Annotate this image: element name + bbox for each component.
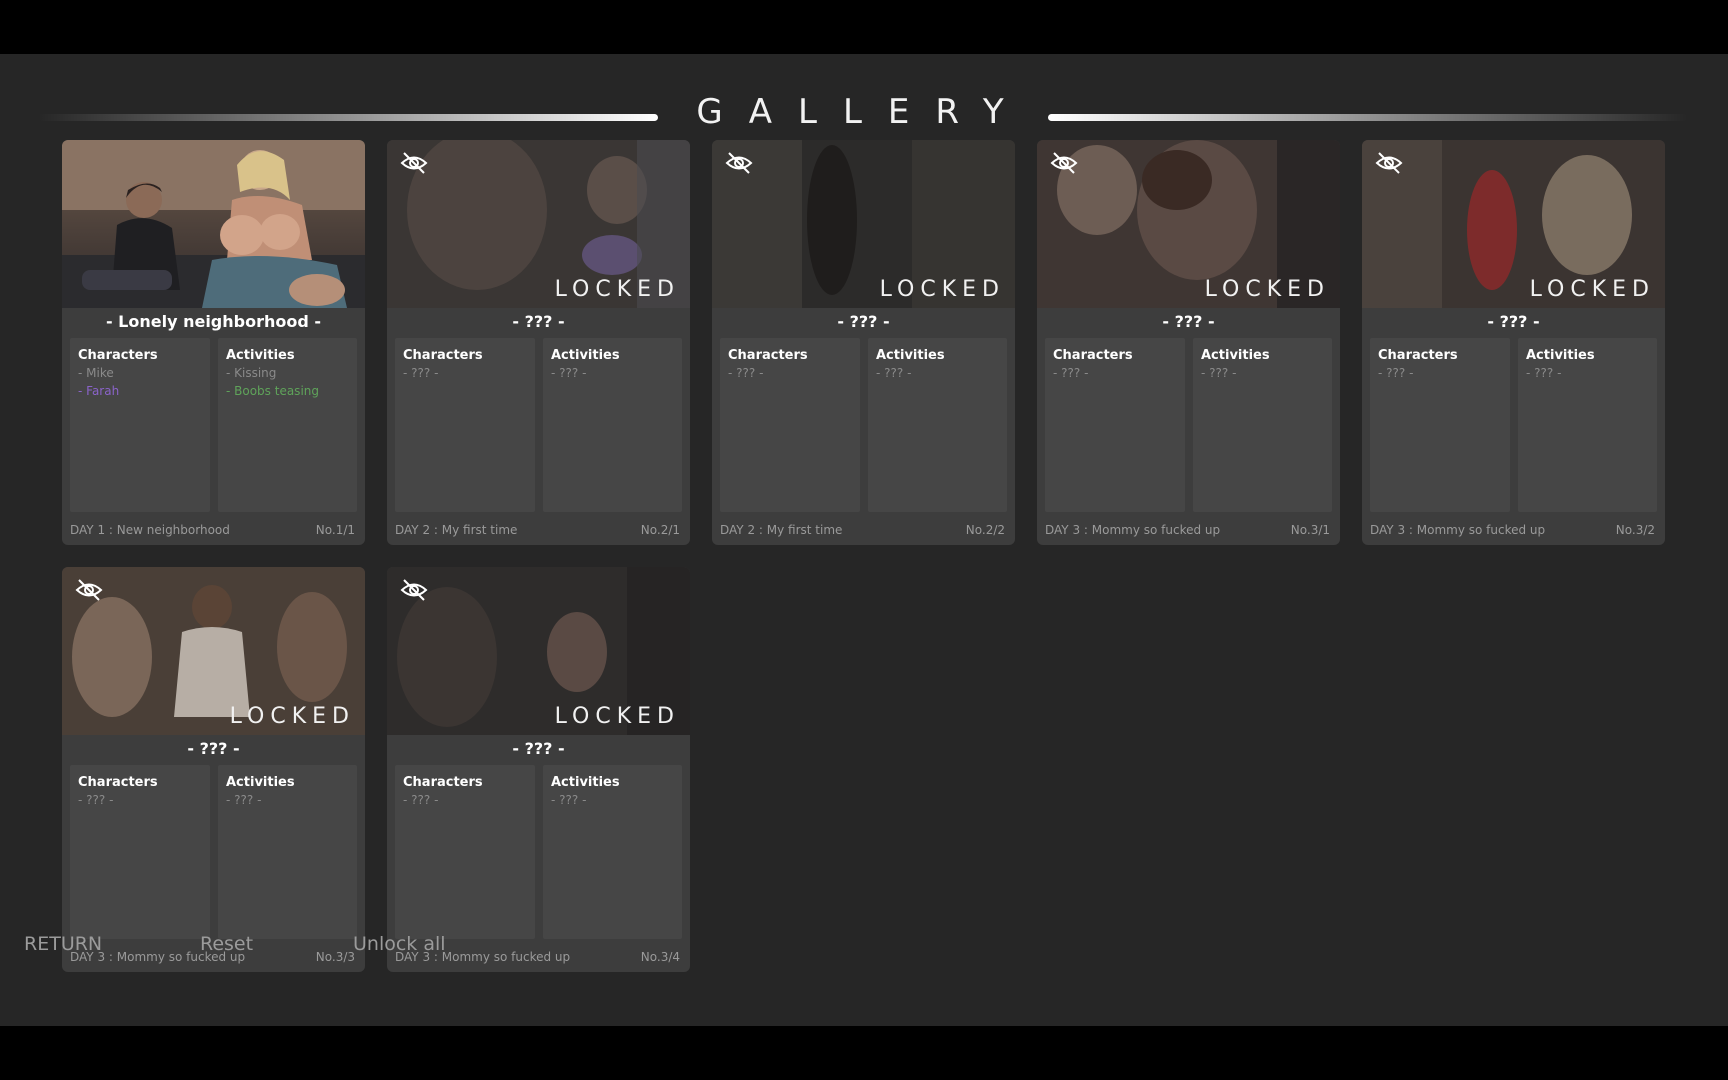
scene-card-7[interactable]: LOCKED - ??? - Characters - ??? - Activi… — [387, 567, 690, 972]
scene-number: No.1/1 — [315, 523, 355, 537]
activity-item: - ??? - — [551, 366, 587, 380]
hidden-eye-icon — [1050, 152, 1078, 174]
activity-item: - ??? - — [226, 793, 262, 807]
locked-label: LOCKED — [229, 704, 355, 729]
scene-number: No.3/4 — [640, 950, 680, 964]
activities-heading: Activities — [551, 348, 620, 363]
activities-heading: Activities — [226, 348, 295, 363]
hidden-eye-icon — [400, 152, 428, 174]
characters-heading: Characters — [1378, 348, 1458, 363]
characters-panel: Characters - ??? - — [70, 765, 210, 939]
scene-title: - ??? - — [512, 312, 565, 331]
characters-panel: Characters - ??? - — [1045, 338, 1185, 512]
scene-card-6[interactable]: LOCKED - ??? - Characters - ??? - Activi… — [62, 567, 365, 972]
scene-card-1[interactable]: - Lonely neighborhood - Characters - Mik… — [62, 140, 365, 545]
activity-item: - Boobs teasing — [226, 384, 319, 398]
characters-panel: Characters - ??? - — [395, 338, 535, 512]
gallery-screen: GALLERY - Lonely neighborhood - Characte… — [0, 54, 1728, 1026]
character-item: - ??? - — [403, 366, 439, 380]
scene-day: DAY 1 : New neighborhood — [70, 523, 230, 537]
characters-heading: Characters — [78, 775, 158, 790]
scene-title: - ??? - — [1162, 312, 1215, 331]
activities-panel: Activities - ??? - — [1193, 338, 1332, 512]
hidden-eye-icon — [725, 152, 753, 174]
reset-button[interactable]: Reset — [200, 933, 253, 955]
title-row: GALLERY — [0, 74, 1728, 132]
locked-label: LOCKED — [879, 277, 1005, 302]
scene-thumbnail: LOCKED — [387, 140, 690, 308]
scene-number: No.3/1 — [1290, 523, 1330, 537]
hidden-eye-icon — [75, 579, 103, 601]
activity-item: - ??? - — [1201, 366, 1237, 380]
scene-number: No.2/2 — [965, 523, 1005, 537]
scene-number: No.2/1 — [640, 523, 680, 537]
scene-thumbnail: LOCKED — [387, 567, 690, 735]
gallery-title: GALLERY — [696, 92, 1030, 132]
characters-panel: Characters - ??? - — [395, 765, 535, 939]
character-item: - Mike — [78, 366, 114, 380]
scene-card-4[interactable]: LOCKED - ??? - Characters - ??? - Activi… — [1037, 140, 1340, 545]
return-button[interactable]: RETURN — [24, 933, 102, 955]
scene-day: DAY 2 : My first time — [395, 523, 518, 537]
character-item: - ??? - — [728, 366, 764, 380]
characters-heading: Characters — [728, 348, 808, 363]
character-item: - ??? - — [1053, 366, 1089, 380]
activities-panel: Activities - ??? - — [1518, 338, 1657, 512]
scene-day: DAY 2 : My first time — [720, 523, 843, 537]
title-divider-left — [38, 114, 658, 121]
scene-card-2[interactable]: LOCKED - ??? - Characters - ??? - Activi… — [387, 140, 690, 545]
activities-heading: Activities — [551, 775, 620, 790]
scene-number: No.3/2 — [1615, 523, 1655, 537]
activity-item: - ??? - — [1526, 366, 1562, 380]
scene-day: DAY 3 : Mommy so fucked up — [1370, 523, 1546, 537]
activities-panel: Activities - ??? - — [868, 338, 1007, 512]
activities-panel: Activities - Kissing - Boobs teasing — [218, 338, 357, 512]
characters-heading: Characters — [403, 775, 483, 790]
activities-panel: Activities - ??? - — [543, 338, 682, 512]
scene-title: - ??? - — [837, 312, 890, 331]
locked-label: LOCKED — [1529, 277, 1655, 302]
scene-title: - ??? - — [187, 739, 240, 758]
activity-item: - Kissing — [226, 366, 277, 380]
activities-heading: Activities — [1526, 348, 1595, 363]
activities-heading: Activities — [226, 775, 295, 790]
character-item: - Farah — [78, 384, 120, 398]
locked-label: LOCKED — [1204, 277, 1330, 302]
scene-day: DAY 3 : Mommy so fucked up — [1045, 523, 1221, 537]
character-item: - ??? - — [403, 793, 439, 807]
scene-card-5[interactable]: LOCKED - ??? - Characters - ??? - Activi… — [1362, 140, 1665, 545]
characters-heading: Characters — [78, 348, 158, 363]
scene-card-3[interactable]: LOCKED - ??? - Characters - ??? - Activi… — [712, 140, 1015, 545]
activity-item: - ??? - — [551, 793, 587, 807]
scene-title: - ??? - — [512, 739, 565, 758]
characters-heading: Characters — [403, 348, 483, 363]
activities-heading: Activities — [876, 348, 945, 363]
scene-title: - ??? - — [1487, 312, 1540, 331]
character-item: - ??? - — [1378, 366, 1414, 380]
character-item: - ??? - — [78, 793, 114, 807]
scene-thumbnail: LOCKED — [1037, 140, 1340, 308]
hidden-eye-icon — [400, 579, 428, 601]
characters-panel: Characters - Mike - Farah — [70, 338, 210, 512]
scene-thumbnail: LOCKED — [1362, 140, 1665, 308]
unlock-all-button[interactable]: Unlock all — [353, 933, 446, 955]
locked-label: LOCKED — [554, 704, 680, 729]
hidden-eye-icon — [1375, 152, 1403, 174]
scene-title: - Lonely neighborhood - — [105, 312, 322, 331]
activities-panel: Activities - ??? - — [218, 765, 357, 939]
scene-thumbnail: LOCKED — [62, 567, 365, 735]
activity-item: - ??? - — [876, 366, 912, 380]
scene-thumbnail — [62, 140, 365, 308]
title-divider-right — [1048, 114, 1688, 121]
activities-heading: Activities — [1201, 348, 1270, 363]
characters-heading: Characters — [1053, 348, 1133, 363]
characters-panel: Characters - ??? - — [1370, 338, 1510, 512]
activities-panel: Activities - ??? - — [543, 765, 682, 939]
locked-label: LOCKED — [554, 277, 680, 302]
scene-number: No.3/3 — [315, 950, 355, 964]
characters-panel: Characters - ??? - — [720, 338, 860, 512]
scene-thumbnail: LOCKED — [712, 140, 1015, 308]
